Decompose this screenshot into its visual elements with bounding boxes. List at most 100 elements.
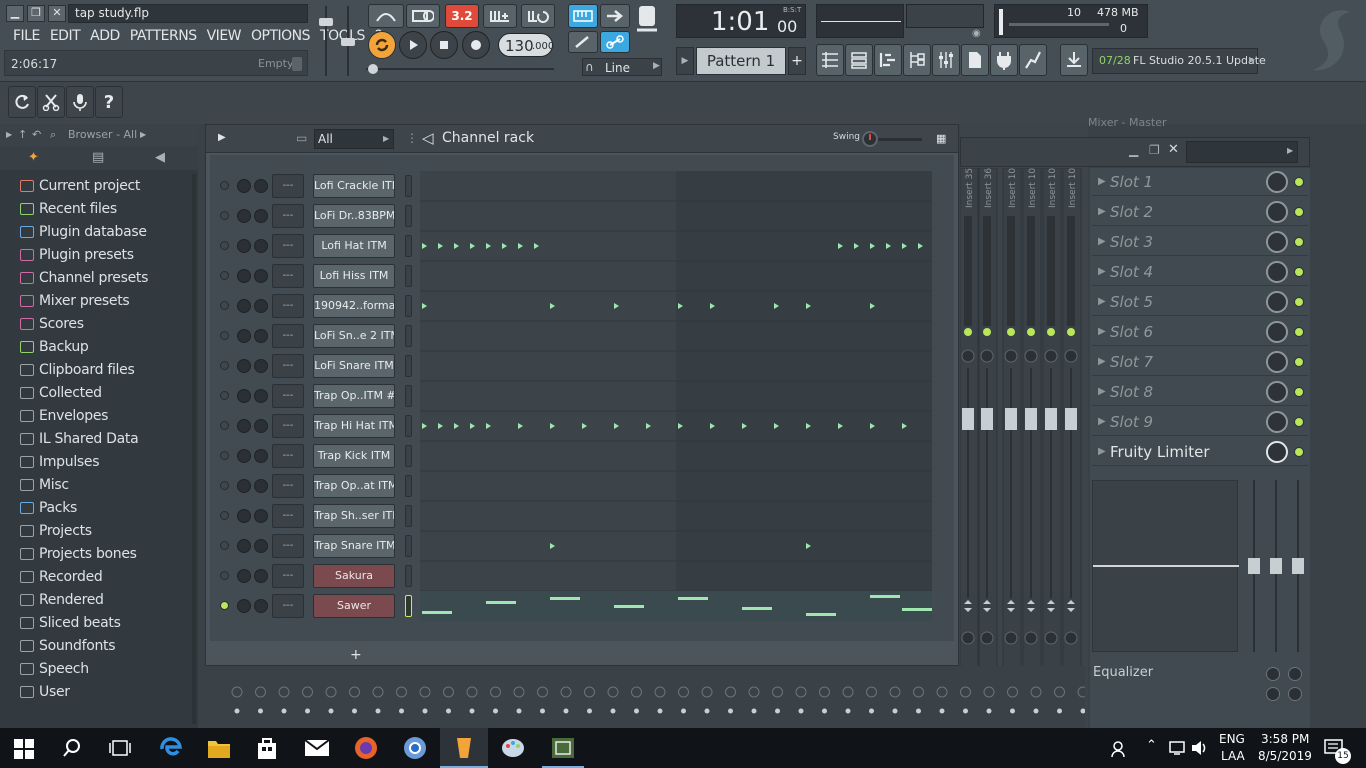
eq-knob[interactable]: [1266, 667, 1280, 681]
channel-name-button[interactable]: LoFi Sn..e 2 ITM: [313, 324, 395, 348]
browser-item[interactable]: Recorded: [0, 565, 198, 588]
menu-options[interactable]: OPTIONS: [246, 26, 315, 46]
slot-enable-led[interactable]: [1294, 177, 1304, 187]
browser-item[interactable]: Misc: [0, 473, 198, 496]
tab-all-icon[interactable]: ✦: [28, 150, 39, 165]
mixer-button[interactable]: [932, 44, 960, 76]
rack-menu-icon[interactable]: ▶: [218, 132, 226, 143]
master-pitch-slider[interactable]: [340, 6, 356, 76]
menu-edit[interactable]: EDIT: [45, 26, 85, 46]
add-channel-button[interactable]: +: [350, 647, 362, 663]
menu-add[interactable]: ADD: [85, 26, 125, 46]
fl-studio-taskbar-item[interactable]: [440, 728, 488, 768]
channel-volume-knob[interactable]: [254, 509, 268, 523]
channel-select-indicator[interactable]: [405, 535, 412, 557]
channel-volume-knob[interactable]: [254, 449, 268, 463]
grid-view-icon[interactable]: ▦: [936, 132, 946, 145]
mixer-track-number[interactable]: ---: [272, 234, 304, 258]
effect-slot[interactable]: ▶ Slot 2: [1092, 198, 1308, 226]
channel-volume-knob[interactable]: [254, 599, 268, 613]
channel-name-button[interactable]: Trap Op..ITM #2: [313, 384, 395, 408]
channel-select-indicator[interactable]: [405, 175, 412, 197]
channel-mute-led[interactable]: [220, 601, 229, 610]
slot-enable-led[interactable]: [1294, 207, 1304, 217]
recording-mode-button[interactable]: [568, 4, 598, 28]
loop-record-button[interactable]: [521, 4, 555, 28]
channel-select-indicator[interactable]: [405, 205, 412, 227]
channel-volume-knob[interactable]: [254, 389, 268, 403]
channel-pan-knob[interactable]: [237, 209, 251, 223]
slot-mix-knob[interactable]: [1266, 441, 1288, 463]
mixer-track-number[interactable]: ---: [272, 324, 304, 348]
slot-enable-led[interactable]: [1294, 387, 1304, 397]
mixer-track-number[interactable]: ---: [272, 384, 304, 408]
channel-select-indicator[interactable]: [405, 325, 412, 347]
eq-band-fader[interactable]: [1292, 480, 1304, 652]
channel-pan-knob[interactable]: [237, 539, 251, 553]
metronome-button[interactable]: [368, 4, 404, 28]
song-pattern-toggle[interactable]: [368, 31, 396, 59]
channel-pan-knob[interactable]: [237, 329, 251, 343]
mail-icon[interactable]: [304, 737, 330, 759]
browser-item[interactable]: Current project: [0, 174, 198, 197]
channel-settings-button[interactable]: [961, 44, 989, 76]
channel-name-button[interactable]: LoFi Snare ITM: [313, 354, 395, 378]
channel-volume-knob[interactable]: [254, 269, 268, 283]
channel-pan-knob[interactable]: [237, 569, 251, 583]
store-icon[interactable]: [254, 735, 280, 761]
channel-select-indicator[interactable]: [405, 595, 412, 617]
eq-band-fader[interactable]: [1248, 480, 1260, 652]
song-position-display[interactable]: 1:01 00 B:S:T: [676, 4, 806, 38]
channel-mute-led[interactable]: [220, 571, 229, 580]
menu-view[interactable]: VIEW: [202, 26, 246, 46]
browser-item[interactable]: Sliced beats: [0, 611, 198, 634]
channel-select-indicator[interactable]: [405, 265, 412, 287]
browser-item[interactable]: Scores: [0, 312, 198, 335]
mixer-track-number[interactable]: ---: [272, 174, 304, 198]
channel-mute-led[interactable]: [220, 361, 229, 370]
search-icon[interactable]: ⌕: [50, 124, 56, 146]
mixer-track-number[interactable]: ---: [272, 354, 304, 378]
browser-scrollbar[interactable]: [192, 174, 196, 724]
pattern-prev-icon[interactable]: ▶: [676, 47, 694, 75]
menu-patterns[interactable]: PATTERNS: [125, 26, 202, 46]
restore-mixer-icon[interactable]: ❐: [1149, 143, 1160, 157]
download-button[interactable]: [1060, 44, 1088, 76]
slot-enable-led[interactable]: [1294, 327, 1304, 337]
task-view-icon[interactable]: [108, 738, 132, 758]
channel-mute-led[interactable]: [220, 481, 229, 490]
minimize-mixer-icon[interactable]: ▁: [1129, 143, 1138, 157]
channel-select-indicator[interactable]: [405, 295, 412, 317]
browser-item[interactable]: Projects bones: [0, 542, 198, 565]
mixer-track-number[interactable]: ---: [272, 294, 304, 318]
tempo-display[interactable]: 130 .000: [498, 33, 554, 57]
step-edit-button[interactable]: [483, 4, 517, 28]
eq-knob[interactable]: [1288, 687, 1302, 701]
chevron-up-icon[interactable]: ⌃: [1146, 738, 1157, 753]
channel-select-indicator[interactable]: [405, 235, 412, 257]
main-knob[interactable]: [632, 4, 662, 36]
master-position-slider[interactable]: [366, 64, 554, 74]
eq-knob[interactable]: [1288, 667, 1302, 681]
channel-mute-led[interactable]: [220, 301, 229, 310]
browser-item[interactable]: Plugin presets: [0, 243, 198, 266]
channel-name-button[interactable]: Trap Kick ITM: [313, 444, 395, 468]
back-icon[interactable]: ↶: [32, 124, 41, 146]
channel-volume-knob[interactable]: [254, 239, 268, 253]
browser-item[interactable]: Speech: [0, 657, 198, 680]
effect-slot[interactable]: ▶ Slot 3: [1092, 228, 1308, 256]
eq-knob[interactable]: [1266, 687, 1280, 701]
windows-start-icon[interactable]: [14, 739, 34, 759]
network-icon[interactable]: [1168, 740, 1188, 756]
channel-name-button[interactable]: 190942..format: [313, 294, 395, 318]
channel-name-button[interactable]: Trap Hi Hat ITM: [313, 414, 395, 438]
browser-button[interactable]: [903, 44, 931, 76]
mixer-track-number[interactable]: ---: [272, 264, 304, 288]
browser-item[interactable]: Recent files: [0, 197, 198, 220]
channel-rack-button[interactable]: [845, 44, 873, 76]
channel-pan-knob[interactable]: [237, 299, 251, 313]
slot-enable-led[interactable]: [1294, 447, 1304, 457]
eye-icon[interactable]: ◉: [972, 28, 981, 39]
mixer-track-number[interactable]: ---: [272, 444, 304, 468]
browser-item[interactable]: Mixer presets: [0, 289, 198, 312]
